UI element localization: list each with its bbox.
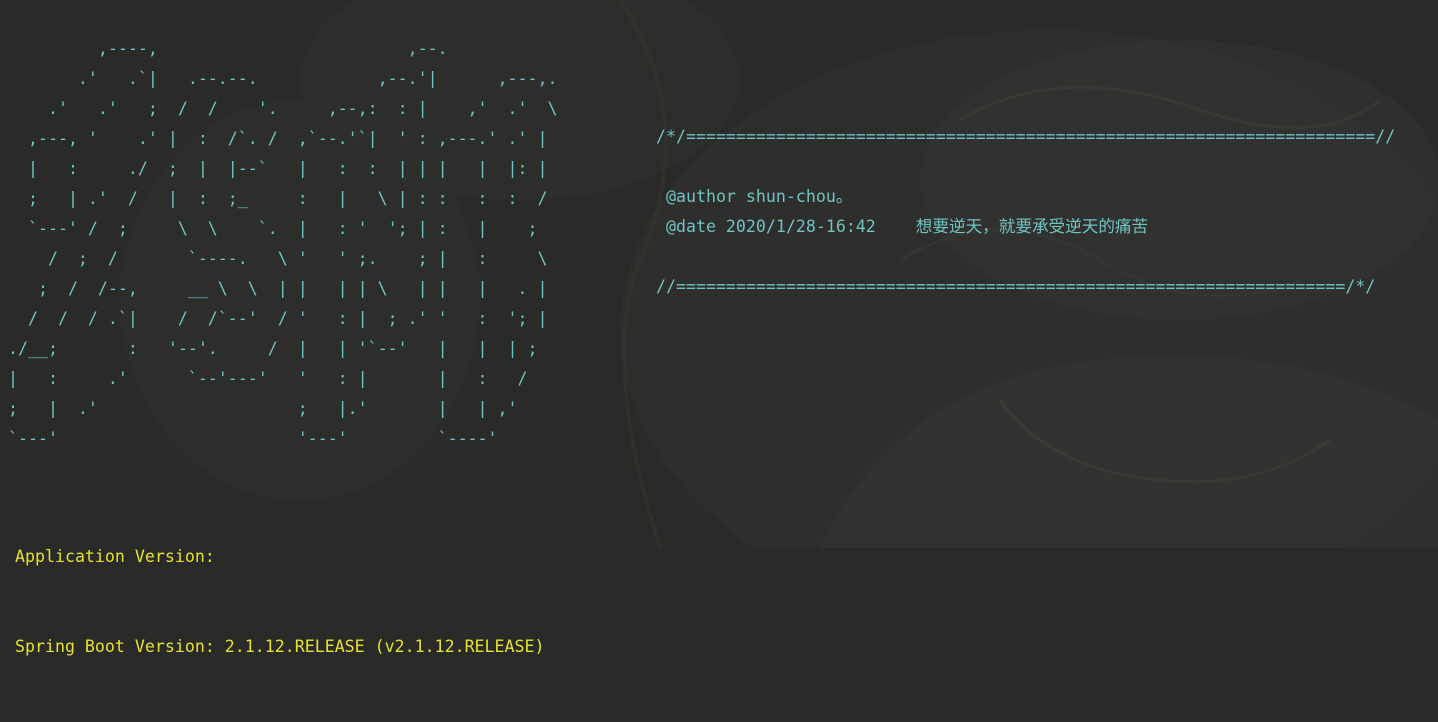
version-info: Application Version: Spring Boot Version… bbox=[15, 482, 545, 722]
ascii-banner-line: | : ./ ; | |--` | : : | | | | |: | bbox=[8, 159, 548, 178]
header-bottom-rule: //======================================… bbox=[656, 277, 1376, 296]
ascii-banner-line: `---' / ; \ \ `. | : ' '; | : | ; bbox=[8, 219, 538, 238]
ascii-banner-line: `---' '---' `----' bbox=[8, 429, 498, 448]
ascii-banner-line: ,---, ' .' | : /`. / ,`--.'`| ' : ,---.'… bbox=[8, 129, 548, 148]
ascii-banner-line: ; | .' / | : ;_ : | \ | : : : : / bbox=[8, 189, 548, 208]
date-line: @date 2020/1/28-16:42 想要逆天，就要承受逆天的痛苦 bbox=[656, 212, 1148, 242]
ascii-banner-line: ; | .' ; |.' | | ,' bbox=[8, 399, 518, 418]
motto-text: 想要逆天，就要承受逆天的痛苦 bbox=[915, 217, 1149, 236]
application-version-line: Application Version: bbox=[15, 547, 215, 566]
header-top-rule: /*/=====================================… bbox=[656, 127, 1396, 146]
banner-header: /*/=====================================… bbox=[656, 122, 1395, 296]
spring-boot-version-line: Spring Boot Version: 2.1.12.RELEASE (v2.… bbox=[15, 637, 545, 656]
ascii-banner-line: .' .' ; / / '. ,--,: : | ,' .' \ bbox=[8, 99, 558, 118]
ascii-banner-line: ; / /--, __ \ \ | | | | \ | | | . | bbox=[8, 279, 548, 298]
ascii-banner-line: ,----, ,--. bbox=[8, 39, 448, 58]
ascii-banner-line: | : .' `--'---' ' : | | : / bbox=[8, 369, 528, 388]
ascii-banner-line: ./__; : '--'. / | | '`--' | | | ; bbox=[8, 339, 538, 358]
date-text: @date 2020/1/28-16:42 bbox=[656, 217, 876, 236]
ascii-banner: ,----, ,--. .' .`| .--.--. ,--.'| ,---,.… bbox=[8, 34, 557, 454]
ascii-banner-line: / / / .`| / /`--' / ' : | ; .' ' : '; | bbox=[8, 309, 548, 328]
author-line: @author shun-chou。 bbox=[656, 187, 853, 206]
ascii-banner-line: / ; / `----. \ ' ' ;. ; | : \ bbox=[8, 249, 548, 268]
terminal-output: ,----, ,--. .' .`| .--.--. ,--.'| ,---,.… bbox=[0, 0, 1438, 656]
ascii-banner-line: .' .`| .--.--. ,--.'| ,---,. bbox=[8, 69, 558, 88]
